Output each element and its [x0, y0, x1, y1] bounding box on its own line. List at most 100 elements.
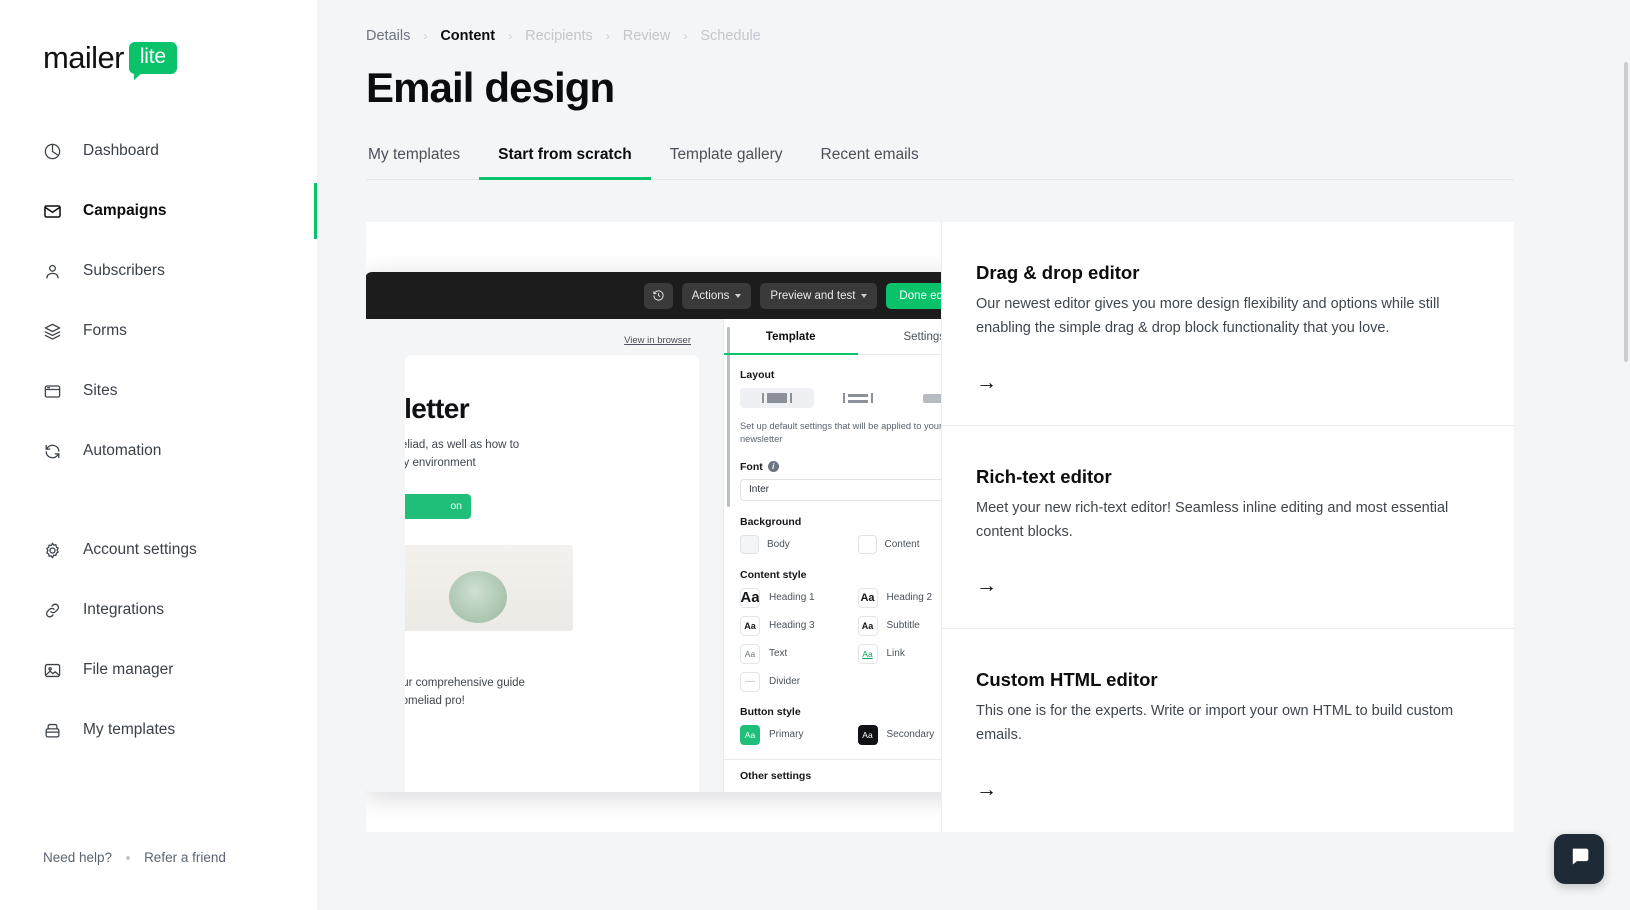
style-label: Divider [769, 676, 801, 688]
content-style-divider[interactable]: — Divider [740, 671, 858, 692]
layout-option-split-column[interactable] [821, 388, 895, 408]
support-chat-button[interactable] [1554, 834, 1604, 884]
editor-mock-window: Actions Preview and test Done editing [366, 272, 941, 792]
sidebar-item-label: Integrations [83, 601, 164, 618]
sidebar-item-sites[interactable]: Sites [0, 369, 317, 413]
option-title: Drag & drop editor [976, 262, 1140, 283]
background-option-label: Body [767, 538, 790, 550]
breadcrumb-item-details[interactable]: Details [366, 28, 410, 44]
sidebar-item-label: Campaigns [83, 202, 167, 219]
side-panel-tab-settings[interactable]: Settings [858, 319, 941, 354]
editor-options-list: Drag & drop editor Our newest editor giv… [941, 222, 1514, 832]
tab-template-gallery[interactable]: Template gallery [651, 136, 802, 179]
view-in-browser-link[interactable]: View in browser [389, 335, 691, 346]
button-style-options: Aa Primary Aa Secondary [740, 724, 942, 753]
chevron-right-icon: › [423, 29, 428, 43]
sidebar-nav: Dashboard Campaigns Subscribers Forms Si… [0, 129, 317, 768]
layout-options [740, 388, 941, 408]
layout-option-single-column[interactable] [740, 388, 814, 408]
content-style-text[interactable]: Aa Text [740, 643, 858, 664]
sidebar-item-dashboard[interactable]: Dashboard [0, 129, 317, 173]
breadcrumb-item-recipients[interactable]: Recipients [525, 28, 593, 44]
background-options: Body Content [740, 534, 942, 554]
refer-a-friend-link[interactable]: Refer a friend [144, 850, 226, 865]
other-settings-row[interactable]: Other settings [724, 759, 941, 792]
style-label: Subtitle [886, 620, 920, 632]
email-cta-button[interactable]: on [405, 493, 471, 519]
option-title: Custom HTML editor [976, 669, 1158, 691]
page-scrollbar[interactable] [1624, 62, 1628, 362]
done-editing-button[interactable]: Done editing [886, 282, 941, 309]
breadcrumb-item-review[interactable]: Review [623, 28, 671, 44]
need-help-link[interactable]: Need help? [43, 850, 112, 865]
option-description: Our newest editor gives you more design … [976, 296, 1440, 336]
sidebar-item-subscribers[interactable]: Subscribers [0, 249, 317, 293]
panel-note: Set up default settings that will be app… [740, 421, 941, 445]
style-label: Link [886, 648, 905, 660]
sidebar-group-primary: Dashboard Campaigns Subscribers Forms Si… [0, 129, 317, 489]
color-swatch[interactable] [740, 534, 759, 554]
button-style-secondary[interactable]: Aa Secondary [857, 724, 942, 745]
background-option-body[interactable]: Body [740, 534, 858, 554]
tab-bar: My templates Start from scratch Template… [366, 136, 1514, 180]
preview-and-test-label: Preview and test [770, 289, 856, 302]
preview-and-test-button[interactable]: Preview and test [760, 282, 878, 309]
editor-options-card: Actions Preview and test Done editing [366, 222, 1514, 832]
style-sample: Aa [857, 587, 878, 608]
content-style-heading-2[interactable]: Aa Heading 2 [857, 587, 942, 608]
content-style-heading-3[interactable]: Aa Heading 3 [740, 615, 858, 636]
logo[interactable]: mailer lite [0, 0, 317, 81]
content-style-options: Aa Heading 1 Aa Heading 2 Aa Heading 3 A… [740, 587, 942, 700]
logo-text: mailer [43, 40, 124, 75]
side-panel-body: Layout Set up default settings that will… [724, 355, 941, 759]
arrow-right-icon[interactable]: → [976, 372, 1466, 393]
style-sample: Aa [857, 643, 878, 664]
arrow-right-icon[interactable]: → [976, 779, 1466, 800]
browser-window-icon [43, 382, 62, 401]
sidebar-item-campaigns[interactable]: Campaigns [0, 183, 317, 239]
sidebar-item-my-templates[interactable]: My templates [0, 708, 317, 752]
mock-body: View in browser ewsletter ngs bromeliad,… [366, 319, 941, 792]
editor-preview: Actions Preview and test Done editing [366, 222, 941, 832]
info-icon[interactable]: i [767, 461, 779, 473]
color-swatch[interactable] [857, 534, 877, 554]
font-select[interactable]: Inter [740, 478, 941, 501]
option-rich-text-editor[interactable]: Rich-text editor Meet your new rich-text… [942, 426, 1514, 630]
style-sample: — [740, 671, 760, 692]
sidebar-item-forms[interactable]: Forms [0, 309, 317, 353]
background-section-label: Background [740, 515, 802, 528]
history-button[interactable] [643, 282, 673, 309]
style-label: Heading 3 [769, 620, 815, 632]
breadcrumb-item-content[interactable]: Content [440, 28, 495, 44]
tab-recent-emails[interactable]: Recent emails [802, 136, 938, 179]
style-label: Heading 1 [769, 592, 815, 604]
footer-separator-dot [126, 855, 131, 860]
option-custom-html-editor[interactable]: Custom HTML editor This one is for the e… [942, 629, 1514, 832]
option-drag-and-drop-editor[interactable]: Drag & drop editor Our newest editor giv… [942, 222, 1514, 426]
template-icon [43, 721, 62, 740]
button-style-primary[interactable]: Aa Primary [740, 724, 858, 745]
content-style-subtitle[interactable]: Aa Subtitle [857, 615, 942, 636]
style-label: Heading 2 [886, 592, 933, 604]
arrow-right-icon[interactable]: → [976, 575, 1466, 596]
sidebar-item-label: Sites [83, 382, 118, 399]
breadcrumb: Details › Content › Recipients › Review … [366, 28, 1630, 44]
email-image [405, 544, 573, 631]
chevron-down-icon [735, 293, 742, 298]
style-label: Primary [769, 729, 804, 741]
actions-button[interactable]: Actions [681, 282, 752, 309]
layout-option-full-width[interactable] [901, 388, 941, 408]
content-style-heading-1[interactable]: Aa Heading 1 [740, 587, 858, 608]
sidebar-item-integrations[interactable]: Integrations [0, 588, 317, 632]
content-style-link[interactable]: Aa Link [857, 643, 942, 664]
breadcrumb-item-schedule[interactable]: Schedule [700, 28, 760, 44]
chevron-right-icon: › [683, 29, 688, 43]
background-option-content[interactable]: Content [857, 534, 942, 554]
sidebar-item-account-settings[interactable]: Account settings [0, 528, 317, 572]
sidebar-item-file-manager[interactable]: File manager [0, 648, 317, 692]
tab-my-templates[interactable]: My templates [366, 136, 479, 179]
side-panel-tab-template[interactable]: Template [724, 319, 858, 355]
font-select-value: Inter [749, 484, 770, 496]
tab-start-from-scratch[interactable]: Start from scratch [479, 136, 651, 180]
sidebar-item-automation[interactable]: Automation [0, 429, 317, 473]
